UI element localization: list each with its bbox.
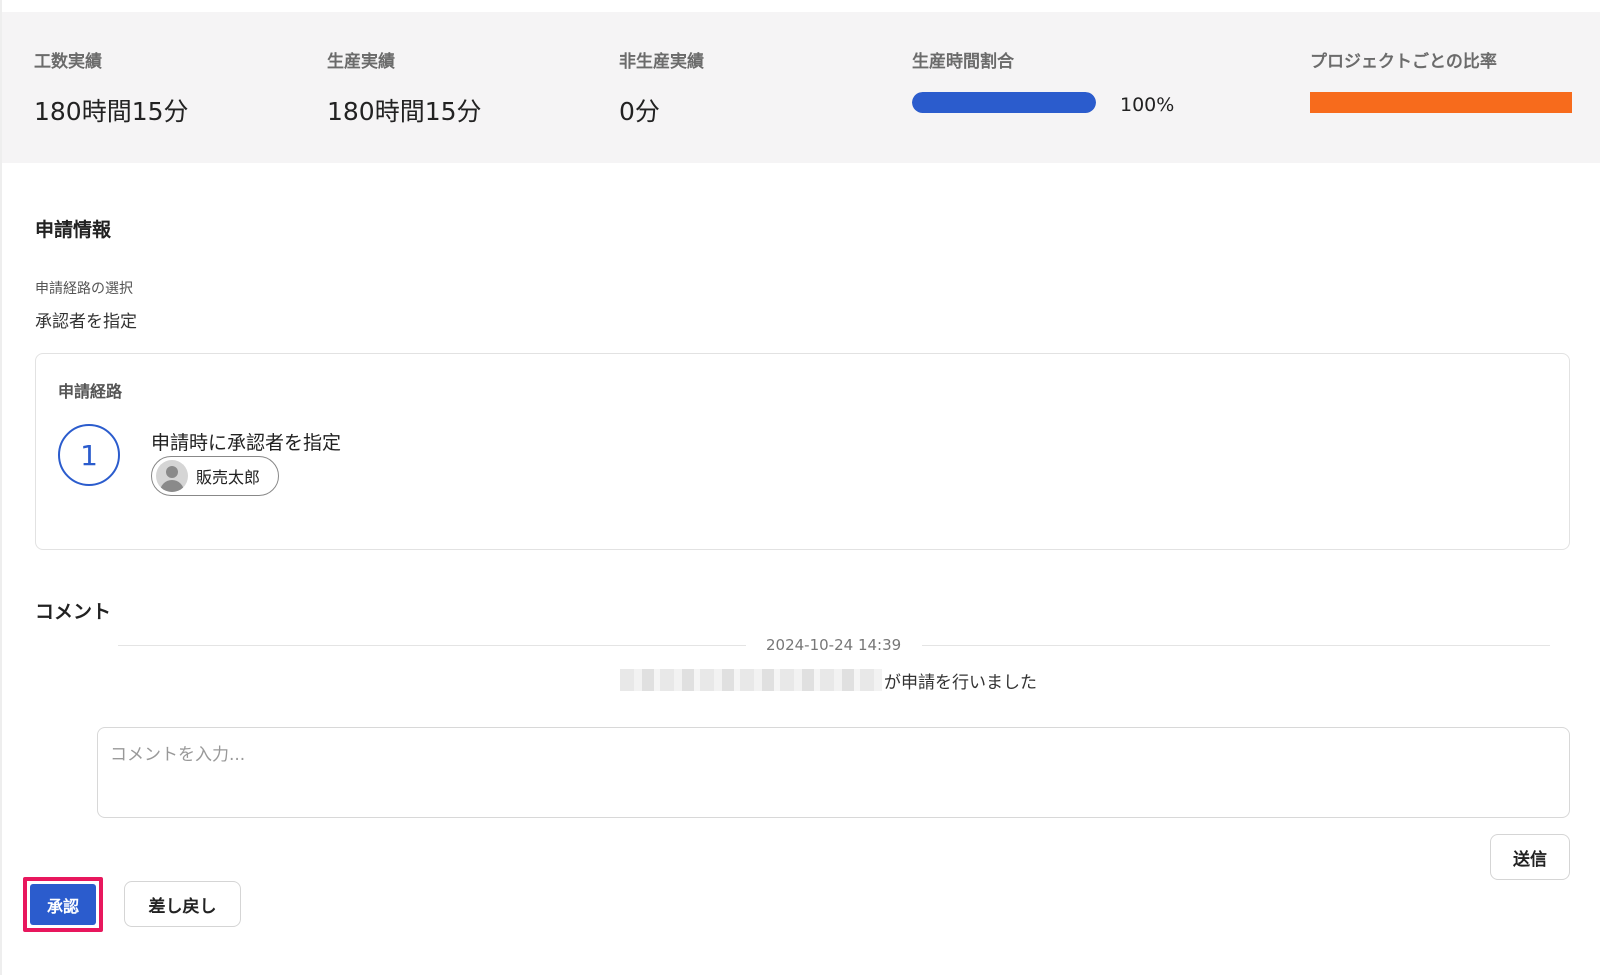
project-ratio-bar xyxy=(1310,92,1572,113)
timeline-divider xyxy=(922,645,1550,646)
activity-entry: が申請を行いました xyxy=(620,668,1037,693)
activity-text: が申請を行いました xyxy=(884,672,1037,693)
productive-ratio-bar xyxy=(912,92,1096,113)
productive-ratio-percent: 100% xyxy=(1120,94,1175,116)
return-button[interactable]: 差し戻し xyxy=(124,881,241,927)
approver-name: 販売太郎 xyxy=(196,468,261,487)
metric-value: 180時間15分 xyxy=(327,97,482,126)
metric-value: 180時間15分 xyxy=(34,97,189,126)
metric-value: 0分 xyxy=(619,97,660,126)
approver-chip[interactable]: 販売太郎 xyxy=(151,456,279,496)
redacted-user-name xyxy=(620,669,882,691)
approval-page: 工数実績 180時間15分 生産実績 180時間15分 非生産実績 0分 生産時… xyxy=(0,0,1600,975)
metric-label: 生産時間割合 xyxy=(912,52,1014,72)
route-card-title: 申請経路 xyxy=(58,382,123,401)
approve-highlight: 承認 xyxy=(23,877,103,932)
route-select-label: 申請経路の選択 xyxy=(35,281,133,297)
send-button[interactable]: 送信 xyxy=(1490,834,1570,880)
timeline-divider xyxy=(118,645,746,646)
step-description: 申請時に承認者を指定 xyxy=(151,432,342,454)
productive-ratio-fill xyxy=(912,92,1096,113)
approve-button[interactable]: 承認 xyxy=(30,884,96,925)
metric-label: プロジェクトごとの比率 xyxy=(1310,52,1497,72)
metric-label: 工数実績 xyxy=(34,52,102,72)
project-ratio-segment xyxy=(1310,92,1572,113)
approval-route-card: 申請経路 1 申請時に承認者を指定 販売太郎 xyxy=(35,353,1570,550)
metric-label: 非生産実績 xyxy=(619,52,704,72)
summary-panel: 工数実績 180時間15分 生産実績 180時間15分 非生産実績 0分 生産時… xyxy=(2,12,1600,163)
user-avatar-icon xyxy=(156,460,188,492)
metric-label: 生産実績 xyxy=(327,52,395,72)
application-info-title: 申請情報 xyxy=(35,219,112,241)
comment-input[interactable] xyxy=(97,727,1570,818)
step-number-badge: 1 xyxy=(58,424,120,486)
route-select-value: 承認者を指定 xyxy=(35,312,137,332)
comment-timestamp: 2024-10-24 14:39 xyxy=(766,636,902,654)
comments-title: コメント xyxy=(35,601,112,623)
